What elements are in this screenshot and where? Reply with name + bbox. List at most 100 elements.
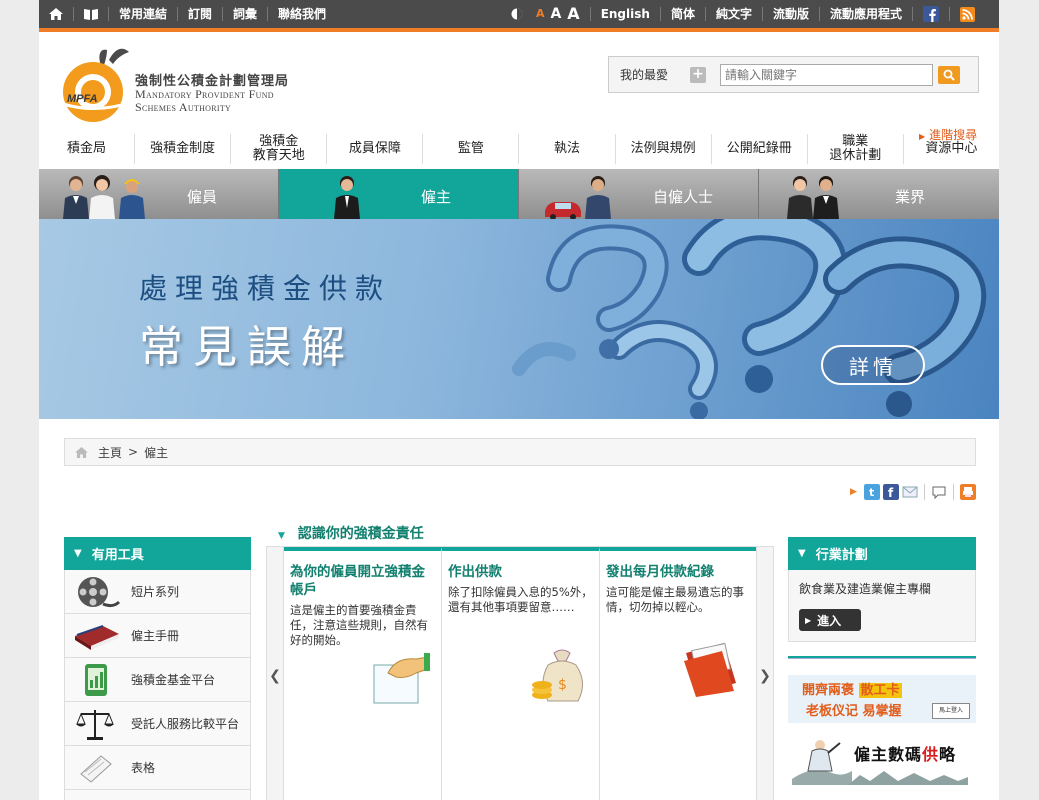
home-icon: [49, 8, 63, 20]
card-title: 為你的僱員開立強積金帳戶: [290, 564, 425, 598]
tool-label: 受託人服務比較平台: [131, 717, 240, 731]
email-icon[interactable]: [902, 484, 918, 500]
tool-label: 僱主手冊: [131, 629, 180, 643]
hero-banner[interactable]: 處理強積金供款 常見誤解 詳情: [39, 219, 999, 419]
book-icon: [75, 624, 119, 650]
top-bar-left: 常用連結 訂閱 詞彙 聯絡我們: [39, 0, 336, 28]
section-title-text: 認識你的強積金責任: [297, 526, 424, 542]
top-link-common[interactable]: 常用連結: [109, 7, 179, 21]
enter-button[interactable]: ▶ 進入: [799, 609, 861, 631]
tool-item-trustee-comparison[interactable]: 受託人服務比較平台: [64, 702, 251, 746]
industry-schemes-body: 飲食業及建造業僱主專欄 ▶ 進入: [788, 570, 976, 642]
card-title: 發出每月供款紀錄: [606, 564, 714, 580]
text-only-link[interactable]: 純文字: [706, 7, 763, 21]
contrast-button[interactable]: [501, 7, 533, 21]
font-size-medium-button[interactable]: A: [547, 7, 564, 21]
breadcrumb-home-link[interactable]: 主頁: [98, 444, 122, 461]
font-size-large-button[interactable]: A: [564, 6, 591, 22]
nav-item-member-protection[interactable]: 成員保障: [327, 134, 424, 164]
banner-subtitle: 處理強積金供款: [139, 272, 392, 305]
rss-icon: [960, 6, 975, 22]
mobile-app-link[interactable]: 流動應用程式: [820, 7, 913, 21]
duty-card-contributions[interactable]: 作出供款 除了扣除僱員入息的5%外，還有其他事項要留意…… $: [442, 547, 600, 800]
useful-tools-header: ▼ 有用工具: [64, 537, 251, 570]
facebook-button[interactable]: [913, 6, 950, 22]
add-favorite-button[interactable]: +: [690, 66, 707, 83]
nav-item-orso[interactable]: 職業 退休計劃: [808, 134, 904, 164]
industry-schemes-panel: ▼ 行業計劃 飲食業及建造業僱主專欄 ▶ 進入 開齊兩褒 散工卡 老板仪记 易掌…: [788, 537, 976, 785]
tab-employees[interactable]: 僱員: [39, 169, 279, 219]
nav-item-mpfa[interactable]: 積金局: [39, 134, 136, 164]
industry-schemes-title: 行業計劃: [815, 548, 868, 563]
home-button[interactable]: [39, 7, 74, 21]
tab-industry[interactable]: 業界: [759, 169, 999, 219]
banner-details-button[interactable]: 詳情: [821, 345, 925, 385]
sitemap-button[interactable]: [74, 7, 109, 21]
tab-self-employed[interactable]: 自僱人士: [519, 169, 759, 219]
enter-button-label: 進入: [817, 613, 842, 628]
person-icon: [119, 179, 145, 219]
share-toolbar: ▶ t f: [850, 484, 976, 500]
tool-item-forms[interactable]: 表格: [64, 746, 251, 790]
search-input[interactable]: [720, 63, 934, 86]
promo-subline: 老板仪记 易掌握: [806, 704, 902, 719]
question-marks-graphic: [512, 219, 987, 419]
nav-item-public-register[interactable]: 公開紀錄冊: [712, 134, 808, 164]
mpfa-logo[interactable]: MPFA: [57, 42, 137, 127]
carousel-next-button[interactable]: ❯: [756, 547, 773, 800]
mobile-version-link[interactable]: 流動版: [763, 7, 820, 21]
search-button[interactable]: [938, 65, 961, 84]
tool-item-video[interactable]: 短片系列: [64, 570, 251, 614]
print-icon[interactable]: [959, 484, 976, 500]
triangle-down-icon: ▼: [74, 548, 82, 559]
duty-card-monthly-statement[interactable]: 發出每月供款紀錄 這可能是僱主最易遺忘的事情，切勿掉以輕心。: [600, 547, 758, 800]
nav-item-system[interactable]: 強積金制度: [135, 134, 232, 164]
promo-headline-b: 散工卡: [858, 683, 902, 698]
digital-strategy-promo[interactable]: 僱主數碼供略: [788, 735, 976, 785]
carousel-prev-button[interactable]: ❮: [267, 547, 284, 800]
person-icon: [63, 176, 89, 219]
top-link-contact[interactable]: 聯絡我們: [268, 7, 336, 21]
promo-title-c: 略: [939, 745, 957, 764]
top-link-glossary[interactable]: 詞彙: [223, 7, 269, 21]
chevron-right-icon: ❯: [759, 668, 771, 684]
home-icon[interactable]: [75, 446, 88, 458]
nav-label: 強積金 教育天地: [252, 134, 305, 163]
rss-button[interactable]: [950, 6, 999, 22]
font-size-small-button[interactable]: A: [533, 7, 548, 21]
person-icon: [813, 176, 839, 219]
audience-tabs: 僱員 僱主 自僱人士 業界: [39, 169, 999, 219]
nav-item-regulation[interactable]: 監管: [423, 134, 520, 164]
lang-english-link[interactable]: English: [591, 7, 661, 21]
nav-label: 監管: [457, 141, 484, 156]
tab-label: 僱主: [421, 188, 452, 206]
comment-icon[interactable]: [931, 484, 947, 500]
money-bag-icon: $: [532, 649, 583, 702]
lang-simplified-link[interactable]: 简体: [661, 7, 706, 21]
person-icon: [89, 175, 115, 219]
svg-text:t: t: [869, 486, 874, 499]
nav-item-resources[interactable]: 資源中心: [904, 134, 999, 164]
card-title: 作出供款: [448, 564, 502, 580]
nav-item-legislation[interactable]: 法例與規例: [616, 134, 712, 164]
tab-label: 僱員: [187, 188, 218, 206]
nav-item-education[interactable]: 強積金 教育天地: [231, 134, 328, 164]
nav-label: 法例與規例: [630, 141, 696, 156]
tool-item-handbook[interactable]: 僱主手冊: [64, 614, 251, 658]
top-bar-right: A A A English 简体 純文字 流動版 流動應用程式: [501, 0, 999, 28]
promo-title-b: 供: [922, 745, 940, 764]
breadcrumb-separator: >: [128, 445, 139, 459]
top-link-subscribe[interactable]: 訂閱: [178, 7, 224, 21]
contrast-icon: [511, 8, 523, 20]
tab-employers[interactable]: 僱主: [279, 169, 519, 219]
twitter-icon[interactable]: t: [863, 484, 880, 500]
person-icon: [787, 176, 813, 219]
nav-item-enforcement[interactable]: 執法: [519, 134, 616, 164]
duty-card-open-account[interactable]: 為你的僱員開立強積金帳戶 這是僱主的首要強積金責任，注意這些規則，自然有好的開始…: [284, 547, 442, 800]
casual-card-promo[interactable]: 開齊兩褒 散工卡 老板仪记 易掌握 馬上登入: [788, 675, 976, 723]
tab-label: 業界: [895, 188, 926, 206]
tool-item-more[interactable]: [64, 790, 251, 800]
person-icon: [585, 176, 611, 219]
tool-item-fund-platform[interactable]: 強積金基金平台: [64, 658, 251, 702]
facebook-share-icon[interactable]: f: [882, 484, 899, 500]
